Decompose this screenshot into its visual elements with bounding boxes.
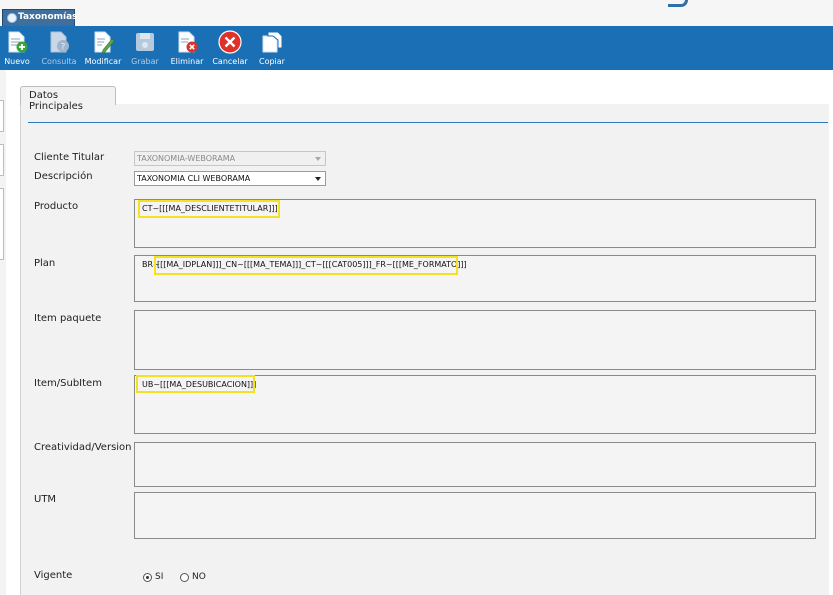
eliminar-label: Eliminar [170,57,204,66]
grabar-button[interactable]: Grabar [128,28,162,68]
item-paquete-label: Item paquete [34,313,102,324]
left-edge-tab-1[interactable] [0,100,4,132]
left-edge-tab-3[interactable] [0,188,4,260]
consulta-label: Consulta [41,57,77,66]
item-subitem-highlight-box [136,375,255,393]
copiar-label: Copiar [259,57,285,66]
consulta-button[interactable]: ? Consulta [40,28,78,68]
eliminar-button[interactable]: Eliminar [170,28,204,68]
descripcion-label: Descripción [34,171,93,182]
descripcion-value: TAXONOMIA CLI WEBORAMA [137,174,251,183]
nuevo-button[interactable]: Nuevo [2,28,32,68]
window-tab-taxonomias[interactable]: Taxonomías [2,9,78,26]
window-tab-label: Taxonomías [18,12,78,22]
cancelar-button[interactable]: Cancelar [211,28,249,68]
toolbar: Nuevo ? Consulta Modificar Grabar Elimin… [0,26,833,70]
plan-highlight-box [154,256,458,275]
creatividad-version-label: Creatividad/Version [34,442,132,453]
plan-label: Plan [34,258,56,269]
radio-selected-dot [146,576,149,579]
utm-label: UTM [34,494,57,505]
nuevo-label: Nuevo [4,57,30,66]
utm-textarea[interactable] [134,492,816,539]
item-subitem-label: Item/SubItem [34,378,102,389]
chevron-down-icon [315,157,321,161]
producto-label: Producto [34,201,79,212]
item-paquete-textarea[interactable] [134,310,816,370]
cliente-titular-value: TAXONOMIA-WEBORAMA [137,154,236,163]
grabar-label: Grabar [131,57,159,66]
edit-document-icon [94,31,115,54]
cancel-circle-icon [218,30,242,54]
cliente-titular-label: Cliente Titular [34,152,105,163]
creatividad-version-textarea[interactable] [134,442,816,487]
chevron-down-icon [315,177,321,181]
copiar-button[interactable]: Copiar [256,28,288,68]
vigente-no-label: NO [192,572,206,582]
app-tab-icon [7,13,17,23]
save-disk-icon [136,33,154,51]
query-document-icon: ? [50,31,69,53]
copy-documents-icon [262,31,283,53]
new-document-icon [8,31,28,53]
tab-datos-principales[interactable]: Datos Principales [20,86,116,112]
vigente-no-radio[interactable] [180,573,189,582]
left-edge-tab-2[interactable] [0,144,4,176]
vigente-si-label: SI [155,572,164,582]
vigente-label: Vigente [34,570,73,581]
vigente-si-radio[interactable] [143,573,152,582]
descripcion-select[interactable]: TAXONOMIA CLI WEBORAMA [134,171,326,186]
tab-underline [28,122,828,123]
modificar-button[interactable]: Modificar [83,28,123,68]
producto-highlight-box [138,200,280,218]
top-strip [0,0,833,27]
modificar-label: Modificar [84,57,122,66]
cliente-titular-select[interactable]: TAXONOMIA-WEBORAMA [134,151,326,166]
delete-document-icon [178,31,198,53]
left-side-panel [0,70,6,595]
cancelar-label: Cancelar [212,57,248,66]
svg-text:?: ? [61,43,66,53]
